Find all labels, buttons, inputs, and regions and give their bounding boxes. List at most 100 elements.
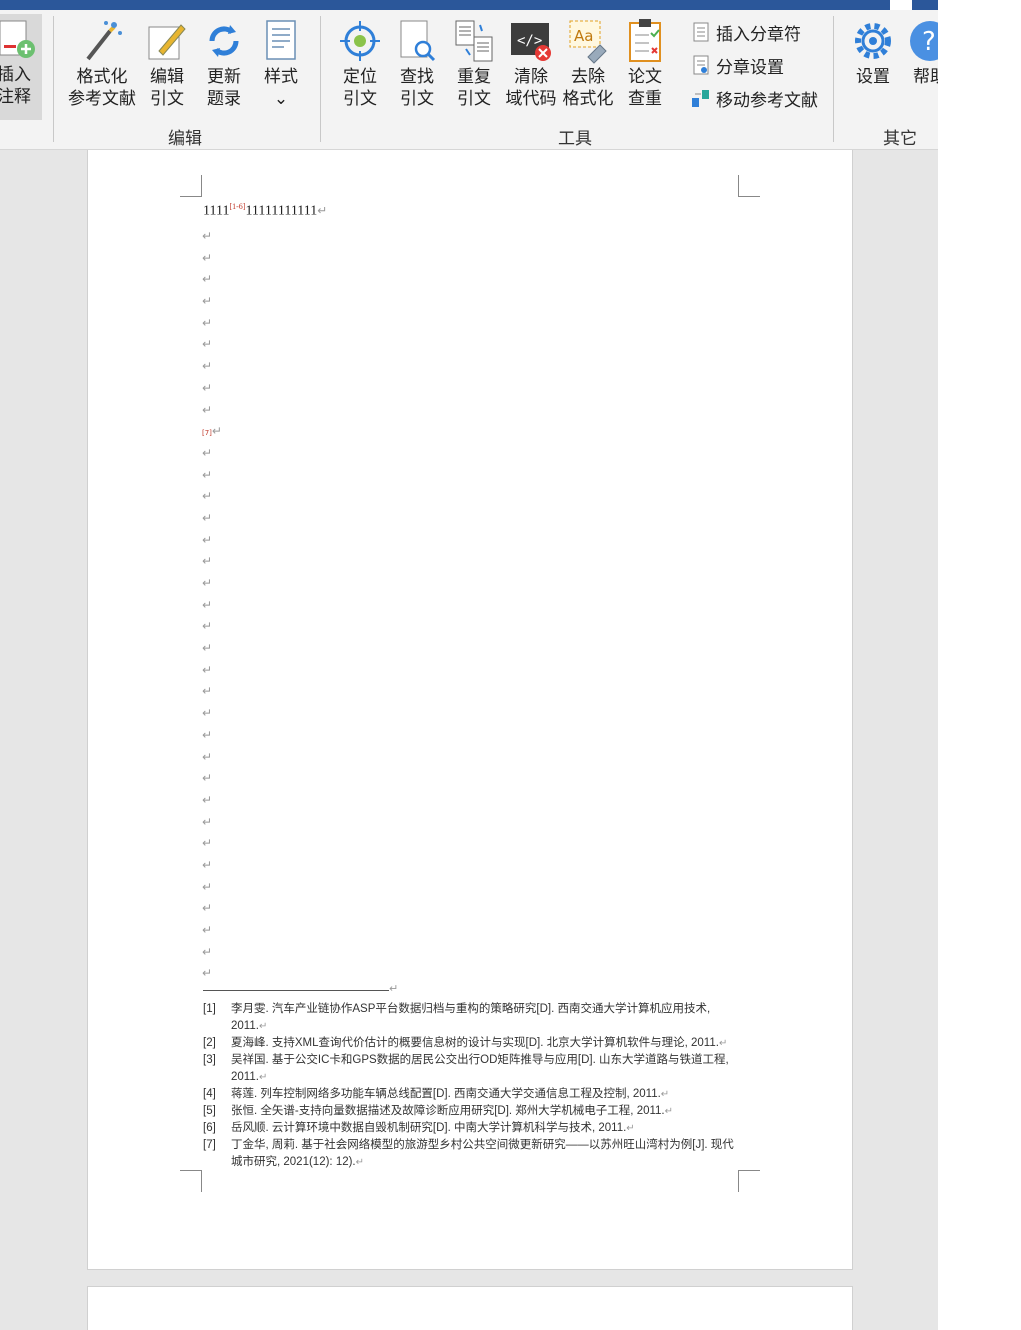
style-dropdown[interactable]: 样式 ⌄ xyxy=(258,16,304,110)
find-citation-button[interactable]: 查找 引文 xyxy=(394,16,440,110)
paragraph-mark: ↵ xyxy=(202,857,213,872)
paragraph-mark: ↵ xyxy=(626,1123,635,1134)
svg-text:?: ? xyxy=(922,27,936,57)
reference-list: [1] 李月雯. 汽车产业链协作ASP平台数据归档与重构的策略研究[D]. 西南交… xyxy=(203,1001,743,1171)
reference-number: [4] xyxy=(203,1088,216,1100)
paragraph-mark: ↵ xyxy=(202,402,213,417)
margin-corner-top-left xyxy=(180,175,202,197)
paragraph-mark: ↵ xyxy=(258,1072,268,1083)
document-settings-icon xyxy=(690,53,712,77)
paragraph-mark: ↵ xyxy=(202,641,213,656)
reference-text: 岳风顺. 云计算环境中数据自毁机制研究[D]. 中南大学计算机科学与技术, 20… xyxy=(231,1122,635,1134)
title-bar-stripe-right xyxy=(912,0,938,10)
paragraph-mark: ↵ xyxy=(317,203,328,218)
reference-number: [3] xyxy=(203,1054,216,1066)
style-document-icon xyxy=(259,16,303,66)
update-bibliography-button[interactable]: 更新 题录 xyxy=(198,16,250,110)
footnote-separator xyxy=(203,990,389,991)
paragraph-mark: ↵ xyxy=(202,576,213,590)
margin-corner-bottom-right xyxy=(738,1170,760,1192)
reference-item[interactable]: [7] 丁金华, 周莉. 基于社会网络模型的旅游型乡村公共空间微更新研究——以苏州… xyxy=(203,1137,743,1171)
paragraph-mark: ↵ xyxy=(718,1038,728,1049)
paragraph-mark: ↵ xyxy=(202,792,213,807)
empty-paragraphs: ↵ ↵ ↵ ↵ ↵ ↵ ↵ ↵ ↵ [7]↵ ↵ ↵ ↵ ↵ ↵ ↵ ↵ ↵ ↵ ↵ ↵ ↵ ↵ ↵ ↵ ↵ ↵ ↵ ↵ ↵ ↵ ↵ ↵ ↵ ↵ xyxy=(202,226,242,985)
paragraph-mark: ↵ xyxy=(202,597,213,612)
paragraph-mark: ↵ xyxy=(202,380,213,395)
edit-citation-button[interactable]: 编辑 引文 xyxy=(144,16,190,110)
margin-corner-bottom-left xyxy=(180,1170,202,1192)
paragraph-mark: ↵ xyxy=(202,706,213,721)
ribbon: 插入 注释 格式化 参考文献 编辑 引文 更新 题录 样式 ⌄ 编辑 定位 引文 xyxy=(0,10,938,150)
paragraph-mark: ↵ xyxy=(202,229,213,243)
paragraph-mark: ↵ xyxy=(202,684,213,699)
eraser-format-icon: Aa xyxy=(566,16,610,66)
paragraph-mark: ↵ xyxy=(202,337,213,352)
paragraph-mark: ↵ xyxy=(202,771,213,786)
reference-item[interactable]: [4] 蒋莲. 列车控制网络多功能车辆总线配置[D]. 西南交通大学交通信息工程及… xyxy=(203,1086,743,1103)
reference-text: 张恒. 全矢谱-支持向量数据描述及故障诊断应用研究[D]. 郑州大学机械电子工程… xyxy=(231,1105,674,1117)
remove-formatting-button[interactable]: Aa 去除 格式化 xyxy=(561,16,615,110)
document-page[interactable]: 1111[1-6]11111111111↵ ↵ ↵ ↵ ↵ ↵ ↵ ↵ ↵ ↵ [7]↵ ↵ ↵ ↵ ↵ ↵… xyxy=(87,150,853,1270)
reference-number: [2] xyxy=(203,1037,216,1049)
margin-corner-top-right xyxy=(738,175,760,197)
clipboard-check-icon xyxy=(623,16,667,66)
paragraph-mark: ↵ xyxy=(202,272,213,287)
insert-note-button[interactable]: 插入 注释 xyxy=(0,14,42,120)
section-settings-button[interactable]: 分章设置 xyxy=(690,51,784,79)
paragraph-mark: ↵ xyxy=(258,1021,268,1032)
paragraph-mark: ↵ xyxy=(202,359,213,374)
citation-marker[interactable]: [1-6] xyxy=(229,202,245,211)
settings-button[interactable]: 设置 xyxy=(850,16,896,88)
help-button[interactable]: ? 帮助 xyxy=(908,16,938,88)
move-references-button[interactable]: 移动参考文献 xyxy=(690,84,818,112)
paragraph-mark: ↵ xyxy=(202,619,213,634)
paragraph-mark: ↵ xyxy=(202,250,213,265)
paragraph-mark: ↵ xyxy=(202,901,213,916)
reference-text: 丁金华, 周莉. 基于社会网络模型的旅游型乡村公共空间微更新研究——以苏州旺山湾… xyxy=(231,1139,734,1168)
insert-section-break-button[interactable]: 插入分章符 xyxy=(690,18,801,46)
group-label-edit: 编辑 xyxy=(168,129,202,149)
reference-number: [1] xyxy=(203,1003,216,1015)
paragraph-mark: ↵ xyxy=(664,1106,674,1117)
paragraph-mark: ↵ xyxy=(202,294,213,309)
paragraph-mark: ↵ xyxy=(202,315,213,330)
format-references-button[interactable]: 格式化 参考文献 xyxy=(68,16,136,110)
reference-text: 李月雯. 汽车产业链协作ASP平台数据归档与重构的策略研究[D]. 西南交通大学… xyxy=(231,1003,711,1032)
duplicate-documents-icon xyxy=(452,16,496,66)
body-first-line[interactable]: 1111[1-6]11111111111↵ xyxy=(203,202,327,220)
help-icon: ? xyxy=(908,16,938,66)
plagiarism-check-button[interactable]: 论文 查重 xyxy=(622,16,668,110)
reference-item[interactable]: [3] 吴祥国. 基于公交IC卡和GPS数据的居民公交出行OD矩阵推导与应用[D]… xyxy=(203,1052,743,1086)
reference-item[interactable]: [6] 岳风顺. 云计算环境中数据自毁机制研究[D]. 中南大学计算机科学与技术,… xyxy=(203,1120,743,1137)
paragraph-mark: ↵ xyxy=(202,879,213,894)
reference-number: [5] xyxy=(203,1105,216,1117)
duplicate-citation-button[interactable]: 重复 引文 xyxy=(451,16,497,110)
next-page xyxy=(87,1286,853,1330)
group-label-other: 其它 xyxy=(883,129,917,149)
locate-citation-button[interactable]: 定位 引文 xyxy=(337,16,383,110)
svg-text:Aa: Aa xyxy=(574,27,593,45)
paragraph-mark: ↵ xyxy=(355,1157,365,1168)
paragraph-mark: ↵ xyxy=(202,814,213,829)
paragraph-mark: ↵ xyxy=(202,727,213,742)
target-icon xyxy=(338,16,382,66)
reference-item[interactable]: [1] 李月雯. 汽车产业链协作ASP平台数据归档与重构的策略研究[D]. 西南交… xyxy=(203,1001,743,1035)
citation-marker[interactable]: [7] xyxy=(202,429,212,437)
move-blocks-icon xyxy=(690,86,712,110)
reference-number: [6] xyxy=(203,1122,216,1134)
reference-item[interactable]: [2] 夏海峰. 支持XML查询代价估计的概要信息树的设计与实现[D]. 北京大学… xyxy=(203,1035,743,1052)
document-icon xyxy=(690,20,712,44)
paragraph-mark: ↵ xyxy=(202,662,213,677)
paragraph-mark: ↵ xyxy=(202,445,213,460)
reference-text: 夏海峰. 支持XML查询代价估计的概要信息树的设计与实现[D]. 北京大学计算机… xyxy=(231,1037,728,1049)
paragraph-mark: ↵ xyxy=(202,532,213,547)
clear-field-code-button[interactable]: </> 清除 域代码 xyxy=(504,16,558,110)
insert-note-icon xyxy=(0,14,40,64)
paragraph-mark: [7]↵ xyxy=(202,424,222,439)
reference-number: [7] xyxy=(203,1139,216,1151)
group-label-tools: 工具 xyxy=(558,129,592,149)
refresh-icon xyxy=(202,16,246,66)
paragraph-mark: ↵ xyxy=(202,749,213,764)
reference-item[interactable]: [5] 张恒. 全矢谱-支持向量数据描述及故障诊断应用研究[D]. 郑州大学机械电… xyxy=(203,1103,743,1120)
paragraph-mark: ↵ xyxy=(202,944,213,959)
